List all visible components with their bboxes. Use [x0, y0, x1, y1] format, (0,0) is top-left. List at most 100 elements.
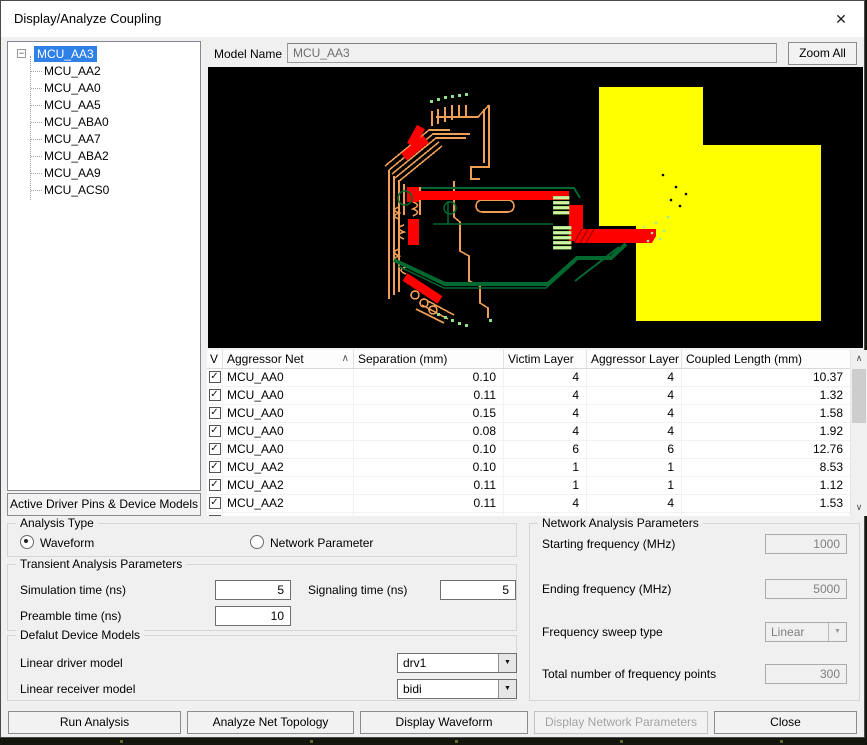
- checkbox-icon[interactable]: ✓: [209, 371, 221, 383]
- network-field-label: Frequency sweep type: [542, 625, 663, 639]
- header-coupled-length[interactable]: Coupled Length (mm): [682, 350, 850, 368]
- header-v[interactable]: V: [207, 350, 223, 368]
- row-cell: MCU_AA0: [223, 369, 354, 386]
- tree-item-label: MCU_AA9: [44, 166, 101, 180]
- tree-item-mcu_aa5[interactable]: MCU_AA5: [8, 97, 200, 114]
- tree-branch-line: [31, 71, 42, 73]
- row-cell: 1: [587, 477, 682, 494]
- coupling-table: V Aggressor Net ∧ Separation (mm) Victim…: [207, 350, 867, 516]
- sort-asc-icon: ∧: [342, 353, 349, 364]
- row-cell: [682, 513, 850, 516]
- radio-network-parameter-icon[interactable]: [250, 535, 264, 549]
- row-cell: 0.10: [354, 459, 504, 476]
- table-row[interactable]: ✓MCU_AA00.08441.92: [207, 423, 850, 441]
- chevron-down-icon: ▼: [828, 623, 846, 641]
- tree-item-label: MCU_AA0: [44, 81, 101, 95]
- row-checkbox-cell[interactable]: ✓: [207, 405, 223, 422]
- checkbox-icon[interactable]: ✓: [209, 425, 221, 437]
- header-aggressor-net-label: Aggressor Net: [227, 352, 304, 366]
- checkbox-icon[interactable]: ✓: [209, 479, 221, 491]
- row-checkbox-cell[interactable]: ✓: [207, 441, 223, 458]
- zoom-all-button[interactable]: Zoom All: [788, 42, 857, 65]
- tree-item-mcu_aba2[interactable]: MCU_ABA2: [8, 148, 200, 165]
- header-aggressor-net[interactable]: Aggressor Net ∧: [223, 350, 354, 368]
- preamble-time-input[interactable]: 10: [215, 606, 291, 626]
- header-victim-layer[interactable]: Victim Layer: [504, 350, 587, 368]
- chevron-down-icon[interactable]: ▼: [498, 654, 516, 672]
- transient-parameters-title: Transient Analysis Parameters: [16, 557, 186, 571]
- tree-item-mcu_aa7[interactable]: MCU_AA7: [8, 131, 200, 148]
- analyze-net-topology-button[interactable]: Analyze Net Topology: [187, 711, 354, 734]
- row-cell: MCU_AA2: [223, 459, 354, 476]
- scroll-up-icon[interactable]: ∧: [851, 350, 867, 367]
- checkbox-icon[interactable]: ✓: [209, 407, 221, 419]
- checkbox-icon[interactable]: ✓: [209, 497, 221, 509]
- row-checkbox-cell[interactable]: ✓: [207, 387, 223, 404]
- frequency-sweep-value: Linear: [771, 625, 804, 639]
- row-cell: 4: [587, 387, 682, 404]
- row-cell: 1: [587, 459, 682, 476]
- row-checkbox-cell[interactable]: ✓: [207, 369, 223, 386]
- receiver-model-dropdown[interactable]: bidi ▼: [397, 679, 517, 699]
- checkbox-icon[interactable]: ✓: [209, 461, 221, 473]
- driver-model-dropdown[interactable]: drv1 ▼: [397, 653, 517, 673]
- table-scrollbar[interactable]: ∧ ∨: [850, 350, 867, 516]
- run-analysis-button[interactable]: Run Analysis: [8, 711, 181, 734]
- tree-item-mcu_aa2[interactable]: MCU_AA2: [8, 63, 200, 80]
- table-row[interactable]: ✓MCU_AA20.11441.53: [207, 495, 850, 513]
- signaling-time-input[interactable]: 5: [440, 580, 516, 600]
- close-button[interactable]: Close: [714, 711, 857, 734]
- active-driver-pins-button[interactable]: Active Driver Pins & Device Models: [7, 493, 201, 516]
- display-analyze-coupling-dialog: Display/Analyze Coupling ✕ − MCU_AA3 MCU…: [0, 0, 865, 738]
- network-field-input: 1000: [765, 534, 847, 554]
- tree-children: MCU_AA2MCU_AA0MCU_AA5MCU_ABA0MCU_AA7MCU_…: [8, 63, 200, 199]
- table-row[interactable]: ✓MCU_AA00.15441.58: [207, 405, 850, 423]
- tree-item-mcu_aba0[interactable]: MCU_ABA0: [8, 114, 200, 131]
- table-row[interactable]: ✓MCU_AA00.106612.76: [207, 441, 850, 459]
- radio-waveform[interactable]: Waveform: [20, 535, 94, 549]
- scrollbar-thumb[interactable]: [852, 369, 866, 423]
- net-tree[interactable]: − MCU_AA3 MCU_AA2MCU_AA0MCU_AA5MCU_ABA0M…: [7, 41, 201, 491]
- tree-root-label[interactable]: MCU_AA3: [34, 46, 97, 62]
- scroll-down-icon[interactable]: ∨: [851, 499, 867, 516]
- table-row[interactable]: ✓MCU_AA00.11441.32: [207, 387, 850, 405]
- header-aggressor-layer[interactable]: Aggressor Layer: [587, 350, 682, 368]
- row-checkbox-cell[interactable]: ✓: [207, 477, 223, 494]
- row-cell: 1.32: [682, 387, 850, 404]
- header-separation[interactable]: Separation (mm): [354, 350, 504, 368]
- row-cell: 4: [587, 495, 682, 512]
- row-checkbox-cell[interactable]: ✓: [207, 423, 223, 440]
- row-cell: 8.53: [682, 459, 850, 476]
- radio-waveform-icon[interactable]: [20, 535, 34, 549]
- tree-item-mcu_aa9[interactable]: MCU_AA9: [8, 165, 200, 182]
- row-checkbox-cell[interactable]: ✓: [207, 459, 223, 476]
- network-field-label: Ending frequency (MHz): [542, 582, 671, 596]
- row-checkbox-cell[interactable]: ✓: [207, 513, 223, 516]
- checkbox-icon[interactable]: ✓: [209, 389, 221, 401]
- table-row[interactable]: ✓MCU_AA20.10118.53: [207, 459, 850, 477]
- row-cell: 4: [587, 369, 682, 386]
- checkbox-icon[interactable]: ✓: [209, 443, 221, 455]
- table-body: ✓MCU_AA00.104410.37✓MCU_AA00.11441.32✓MC…: [207, 369, 850, 516]
- tree-item-mcu_acs0[interactable]: MCU_ACS0: [8, 182, 200, 199]
- table-row-partial[interactable]: ✓: [207, 513, 850, 516]
- table-row[interactable]: ✓MCU_AA00.104410.37: [207, 369, 850, 387]
- close-icon[interactable]: ✕: [828, 6, 854, 32]
- tree-item-label: MCU_ACS0: [44, 183, 109, 197]
- chevron-down-icon[interactable]: ▼: [498, 680, 516, 698]
- display-waveform-button[interactable]: Display Waveform: [360, 711, 528, 734]
- row-cell: 1.12: [682, 477, 850, 494]
- row-checkbox-cell[interactable]: ✓: [207, 495, 223, 512]
- pcb-layout-canvas[interactable]: [208, 67, 863, 348]
- tree-item-mcu_aa0[interactable]: MCU_AA0: [8, 80, 200, 97]
- checkbox-icon[interactable]: ✓: [209, 515, 221, 516]
- tree-collapse-icon[interactable]: −: [17, 49, 26, 58]
- row-cell: 10.37: [682, 369, 850, 386]
- row-cell: 1.92: [682, 423, 850, 440]
- model-name-field[interactable]: MCU_AA3: [287, 43, 777, 63]
- simulation-time-input[interactable]: 5: [215, 580, 291, 600]
- receiver-model-label: Linear receiver model: [20, 682, 135, 696]
- radio-network-parameter[interactable]: Network Parameter: [250, 535, 373, 549]
- table-row[interactable]: ✓MCU_AA20.11111.12: [207, 477, 850, 495]
- row-cell: [223, 513, 354, 516]
